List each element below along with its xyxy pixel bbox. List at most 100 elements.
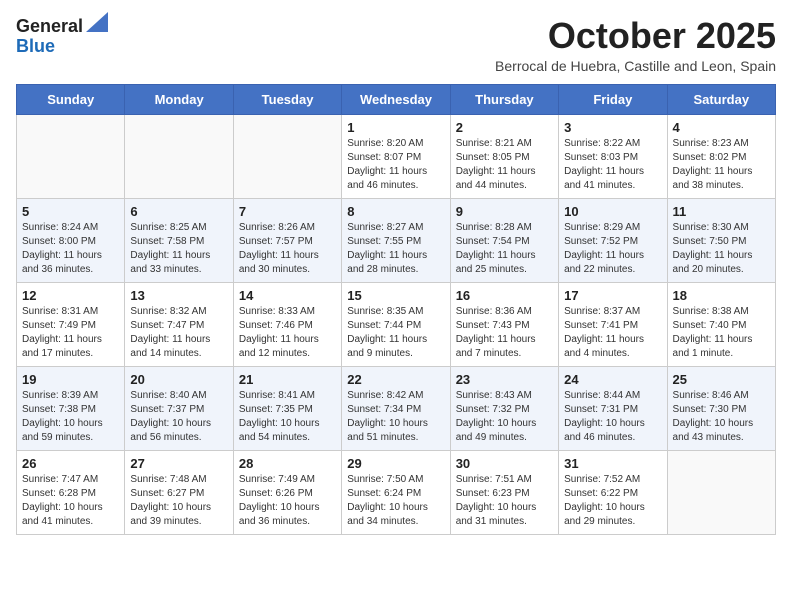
day-number: 8	[347, 204, 444, 219]
calendar-table: SundayMondayTuesdayWednesdayThursdayFrid…	[16, 84, 776, 535]
day-number: 16	[456, 288, 553, 303]
logo-triangle-icon	[86, 12, 108, 32]
day-number: 23	[456, 372, 553, 387]
day-info: Sunrise: 8:44 AMSunset: 7:31 PMDaylight:…	[564, 389, 661, 445]
calendar-cell: 4 Sunrise: 8:23 AMSunset: 8:02 PMDaylight…	[667, 114, 775, 198]
day-number: 28	[239, 456, 336, 471]
day-info: Sunrise: 8:40 AMSunset: 7:37 PMDaylight:…	[130, 389, 227, 445]
day-number: 5	[22, 204, 119, 219]
calendar-cell: 7 Sunrise: 8:26 AMSunset: 7:57 PMDaylight…	[233, 198, 341, 282]
calendar-cell: 16 Sunrise: 8:36 AMSunset: 7:43 PMDayligh…	[450, 282, 558, 366]
day-number: 30	[456, 456, 553, 471]
day-number: 21	[239, 372, 336, 387]
day-number: 29	[347, 456, 444, 471]
day-number: 20	[130, 372, 227, 387]
day-number: 17	[564, 288, 661, 303]
day-info: Sunrise: 8:37 AMSunset: 7:41 PMDaylight:…	[564, 305, 661, 361]
day-info: Sunrise: 7:51 AMSunset: 6:23 PMDaylight:…	[456, 473, 553, 529]
header: General Blue October 2025 Berrocal de Hu…	[16, 16, 776, 74]
week-row-4: 19Sunrise: 8:39 AMSunset: 7:38 PMDayligh…	[17, 366, 776, 450]
day-info: Sunrise: 8:20 AMSunset: 8:07 PMDaylight:…	[347, 137, 444, 193]
calendar-cell: 9 Sunrise: 8:28 AMSunset: 7:54 PMDaylight…	[450, 198, 558, 282]
calendar-cell	[233, 114, 341, 198]
calendar-cell: 27 Sunrise: 7:48 AMSunset: 6:27 PMDayligh…	[125, 450, 233, 534]
calendar-cell: 24 Sunrise: 8:44 AMSunset: 7:31 PMDayligh…	[559, 366, 667, 450]
week-row-3: 12 Sunrise: 8:31 AMSunset: 7:49 PMDayligh…	[17, 282, 776, 366]
day-info: Sunrise: 7:48 AMSunset: 6:27 PMDaylight:…	[130, 473, 227, 529]
weekday-header-row: SundayMondayTuesdayWednesdayThursdayFrid…	[17, 84, 776, 114]
calendar-cell: 17 Sunrise: 8:37 AMSunset: 7:41 PMDayligh…	[559, 282, 667, 366]
day-number: 6	[130, 204, 227, 219]
calendar-cell: 21Sunrise: 8:41 AMSunset: 7:35 PMDayligh…	[233, 366, 341, 450]
calendar-cell: 28 Sunrise: 7:49 AMSunset: 6:26 PMDayligh…	[233, 450, 341, 534]
weekday-header-wednesday: Wednesday	[342, 84, 450, 114]
day-number: 13	[130, 288, 227, 303]
day-info: Sunrise: 8:25 AMSunset: 7:58 PMDaylight:…	[130, 221, 227, 277]
day-number: 7	[239, 204, 336, 219]
calendar-cell	[17, 114, 125, 198]
calendar-cell: 22 Sunrise: 8:42 AMSunset: 7:34 PMDayligh…	[342, 366, 450, 450]
day-info: Sunrise: 8:28 AMSunset: 7:54 PMDaylight:…	[456, 221, 553, 277]
month-title: October 2025	[495, 16, 776, 56]
calendar-cell: 11 Sunrise: 8:30 AMSunset: 7:50 PMDayligh…	[667, 198, 775, 282]
calendar-cell: 5 Sunrise: 8:24 AMSunset: 8:00 PMDaylight…	[17, 198, 125, 282]
weekday-header-saturday: Saturday	[667, 84, 775, 114]
day-info: Sunrise: 8:26 AMSunset: 7:57 PMDaylight:…	[239, 221, 336, 277]
day-info: Sunrise: 8:46 AMSunset: 7:30 PMDaylight:…	[673, 389, 770, 445]
day-info: Sunrise: 8:23 AMSunset: 8:02 PMDaylight:…	[673, 137, 770, 193]
calendar-cell: 2 Sunrise: 8:21 AMSunset: 8:05 PMDaylight…	[450, 114, 558, 198]
calendar-cell: 31 Sunrise: 7:52 AMSunset: 6:22 PMDayligh…	[559, 450, 667, 534]
day-number: 15	[347, 288, 444, 303]
day-info: Sunrise: 8:22 AMSunset: 8:03 PMDaylight:…	[564, 137, 661, 193]
calendar-cell: 13Sunrise: 8:32 AMSunset: 7:47 PMDayligh…	[125, 282, 233, 366]
day-info: Sunrise: 8:30 AMSunset: 7:50 PMDaylight:…	[673, 221, 770, 277]
day-info: Sunrise: 8:31 AMSunset: 7:49 PMDaylight:…	[22, 305, 119, 361]
title-area: October 2025 Berrocal de Huebra, Castill…	[495, 16, 776, 74]
weekday-header-monday: Monday	[125, 84, 233, 114]
day-info: Sunrise: 7:47 AMSunset: 6:28 PMDaylight:…	[22, 473, 119, 529]
week-row-1: 1Sunrise: 8:20 AMSunset: 8:07 PMDaylight…	[17, 114, 776, 198]
day-info: Sunrise: 7:50 AMSunset: 6:24 PMDaylight:…	[347, 473, 444, 529]
day-number: 10	[564, 204, 661, 219]
day-info: Sunrise: 8:36 AMSunset: 7:43 PMDaylight:…	[456, 305, 553, 361]
day-number: 2	[456, 120, 553, 135]
day-info: Sunrise: 8:39 AMSunset: 7:38 PMDaylight:…	[22, 389, 119, 445]
day-info: Sunrise: 8:42 AMSunset: 7:34 PMDaylight:…	[347, 389, 444, 445]
calendar-cell	[125, 114, 233, 198]
day-number: 24	[564, 372, 661, 387]
logo: General Blue	[16, 16, 108, 57]
day-info: Sunrise: 8:21 AMSunset: 8:05 PMDaylight:…	[456, 137, 553, 193]
day-info: Sunrise: 8:33 AMSunset: 7:46 PMDaylight:…	[239, 305, 336, 361]
weekday-header-friday: Friday	[559, 84, 667, 114]
calendar-cell: 15 Sunrise: 8:35 AMSunset: 7:44 PMDayligh…	[342, 282, 450, 366]
day-number: 27	[130, 456, 227, 471]
day-number: 11	[673, 204, 770, 219]
calendar-cell: 6 Sunrise: 8:25 AMSunset: 7:58 PMDaylight…	[125, 198, 233, 282]
day-info: Sunrise: 8:35 AMSunset: 7:44 PMDaylight:…	[347, 305, 444, 361]
calendar-cell: 14Sunrise: 8:33 AMSunset: 7:46 PMDayligh…	[233, 282, 341, 366]
calendar-cell: 12 Sunrise: 8:31 AMSunset: 7:49 PMDayligh…	[17, 282, 125, 366]
calendar-cell: 23 Sunrise: 8:43 AMSunset: 7:32 PMDayligh…	[450, 366, 558, 450]
calendar-cell: 20 Sunrise: 8:40 AMSunset: 7:37 PMDayligh…	[125, 366, 233, 450]
calendar-cell: 30 Sunrise: 7:51 AMSunset: 6:23 PMDayligh…	[450, 450, 558, 534]
day-number: 4	[673, 120, 770, 135]
calendar-cell: 1Sunrise: 8:20 AMSunset: 8:07 PMDaylight…	[342, 114, 450, 198]
day-number: 9	[456, 204, 553, 219]
calendar-cell: 10Sunrise: 8:29 AMSunset: 7:52 PMDayligh…	[559, 198, 667, 282]
day-number: 12	[22, 288, 119, 303]
calendar-cell: 19Sunrise: 8:39 AMSunset: 7:38 PMDayligh…	[17, 366, 125, 450]
week-row-5: 26Sunrise: 7:47 AMSunset: 6:28 PMDayligh…	[17, 450, 776, 534]
logo-general-text: General	[16, 16, 83, 36]
calendar-cell: 18Sunrise: 8:38 AMSunset: 7:40 PMDayligh…	[667, 282, 775, 366]
calendar-cell: 8Sunrise: 8:27 AMSunset: 7:55 PMDaylight…	[342, 198, 450, 282]
day-info: Sunrise: 8:24 AMSunset: 8:00 PMDaylight:…	[22, 221, 119, 277]
day-number: 3	[564, 120, 661, 135]
day-number: 22	[347, 372, 444, 387]
day-number: 31	[564, 456, 661, 471]
day-info: Sunrise: 7:52 AMSunset: 6:22 PMDaylight:…	[564, 473, 661, 529]
day-info: Sunrise: 7:49 AMSunset: 6:26 PMDaylight:…	[239, 473, 336, 529]
weekday-header-sunday: Sunday	[17, 84, 125, 114]
day-number: 18	[673, 288, 770, 303]
day-info: Sunrise: 8:43 AMSunset: 7:32 PMDaylight:…	[456, 389, 553, 445]
calendar-cell: 25Sunrise: 8:46 AMSunset: 7:30 PMDayligh…	[667, 366, 775, 450]
